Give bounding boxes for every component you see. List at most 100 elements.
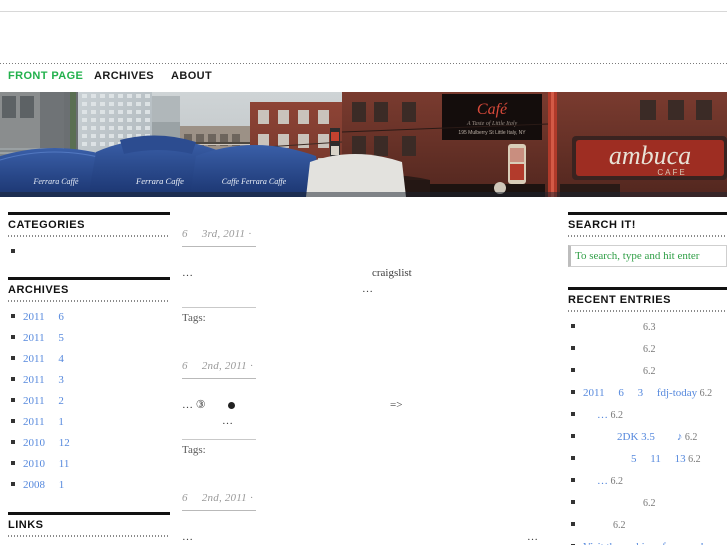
list-item: 2011 6 3 fdj-today 6.2 [568, 386, 727, 401]
list-item: … 6.2 [568, 408, 727, 423]
list-item: 2011 5 [8, 331, 170, 345]
svg-text:CAFE: CAFE [657, 168, 686, 177]
list-item: 2011 4 [8, 352, 170, 366]
post-date: 6 2nd, 2011 · [182, 360, 254, 372]
left-sidebar: CATEGORIES ARCHIVES 2011 6 2011 5 2011 4 20… [8, 212, 170, 545]
recent-entries-title: RECENT ENTRIES [568, 294, 671, 306]
archives-list: 2011 6 2011 5 2011 4 2011 3 2011 2 2011 1 2010… [8, 310, 170, 492]
post-text-fragment: … [527, 531, 538, 543]
archive-link[interactable]: 2011 2 [23, 395, 64, 407]
entry-date: 6.2 [643, 366, 656, 377]
post: 6 2nd, 2011 · … ③ => … Tags: [182, 360, 554, 456]
recent-entry-link[interactable]: … [597, 475, 608, 487]
search-dotted-rule [568, 235, 727, 237]
bullet-dot-icon [228, 401, 235, 409]
entry-date: 6.2 [608, 410, 624, 421]
recent-entry-link[interactable]: … [597, 409, 608, 421]
post-text-fragment: … [182, 267, 193, 279]
archive-link[interactable]: 2010 11 [23, 458, 69, 470]
top-divider [0, 11, 727, 12]
entry-date: 6.2 [685, 454, 701, 465]
post-text-fragment: … [362, 283, 373, 295]
list-item: 2011 6 [8, 310, 170, 324]
banner-illustration: Café A Taste of Little Italy 195 Mulberr… [0, 92, 727, 197]
svg-text:195 Mulberry St Little Italy,: 195 Mulberry St Little Italy, NY [458, 130, 526, 136]
links-header: LINKS [8, 512, 170, 535]
post-body: … craigslist … [182, 265, 554, 299]
post-text-fragment: … ③ [182, 399, 206, 411]
archive-link[interactable]: 2011 6 [23, 311, 64, 323]
entry-date: 6.2 [643, 498, 656, 509]
links-title: LINKS [8, 519, 44, 531]
categories-header: CATEGORIES [8, 212, 170, 235]
archive-link[interactable]: 2011 1 [23, 416, 64, 428]
entry-date: 6.2 [697, 388, 713, 399]
post-list: 6 3rd, 2011 ·… craigslist… Tags: 6 2nd, 201… [182, 228, 554, 545]
nav-item-front-page[interactable]: FRONT PAGE [8, 70, 83, 82]
entry-date: 6.2 [613, 520, 626, 531]
archive-link[interactable]: 2011 4 [23, 353, 64, 365]
entry-date: 6.2 [643, 344, 656, 355]
links-dotted-rule [8, 535, 170, 537]
search-header: SEARCH IT! [568, 212, 727, 235]
list-item: 2011 2 [8, 394, 170, 408]
post-date: 6 2nd, 2011 · [182, 492, 254, 504]
list-item: … 6.2 [568, 474, 727, 489]
list-item: Visit the archives for more! [568, 540, 727, 545]
recent-entry-link[interactable]: 2DK 3.5 ♪ [617, 431, 682, 443]
post-body: … ③ =>… [182, 397, 554, 431]
main-navigation: FRONT PAGE ARCHIVES ABOUT RSS [0, 64, 727, 146]
entry-date: 6.3 [643, 322, 656, 333]
post-date-separator: · [245, 228, 253, 240]
post-text-fragment: … [222, 415, 233, 427]
search-title: SEARCH IT! [568, 219, 636, 231]
post-date-separator: · [246, 360, 254, 372]
post-text-fragment: craigslist [372, 267, 412, 279]
post-tags-label: Tags: [182, 444, 206, 456]
list-item: 5 11 13 6.2 [568, 452, 727, 467]
recent-entry-link[interactable]: Visit the archives for more! [583, 541, 704, 545]
archives-widget: ARCHIVES 2011 6 2011 5 2011 4 2011 3 2011 22… [8, 277, 170, 492]
main-content: 6 3rd, 2011 ·… craigslist… Tags: 6 2nd, 201… [182, 228, 554, 545]
page-root: FRONT PAGE ARCHIVES ABOUT RSS [0, 0, 727, 545]
archives-header: ARCHIVES [8, 277, 170, 300]
categories-list [8, 245, 170, 257]
list-item: 2008 1 [8, 478, 170, 492]
right-sidebar: SEARCH IT! RECENT ENTRIES 6.3 6.2 6.2201… [568, 212, 727, 545]
recent-entries-list: 6.3 6.2 6.2 2011 6 3 fdj-today 6.2… 6.2 2D… [568, 320, 727, 545]
recent-entries-header: RECENT ENTRIES [568, 287, 727, 310]
categories-dotted-rule [8, 235, 170, 237]
list-item: 2011 3 [8, 373, 170, 387]
post-body: ……… [182, 529, 554, 545]
recent-entries-dotted-rule [568, 310, 727, 312]
list-item: 6.3 [568, 320, 727, 335]
list-item: 2011 1 [8, 415, 170, 429]
list-item: 6.2 [568, 364, 727, 379]
post-top-rule [182, 246, 256, 247]
recent-entry-link[interactable]: 5 11 13 [631, 453, 686, 465]
archive-link[interactable]: 2011 3 [23, 374, 64, 386]
post-date-separator: · [246, 492, 254, 504]
nav-item-archives[interactable]: ARCHIVES [94, 70, 154, 82]
post-text-fragment: … [182, 531, 193, 543]
list-item: 2010 11 [8, 457, 170, 471]
nav-item-about[interactable]: ABOUT [171, 70, 212, 82]
header-banner-image: Café A Taste of Little Italy 195 Mulberr… [0, 92, 727, 197]
post-date: 6 3rd, 2011 · [182, 228, 253, 240]
post-text-fragment [228, 397, 235, 413]
archive-link[interactable]: 2008 1 [23, 479, 64, 491]
archives-title: ARCHIVES [8, 284, 69, 296]
search-input[interactable] [568, 245, 727, 267]
post-tags-label: Tags: [182, 312, 206, 324]
links-widget: LINKS [8, 512, 170, 545]
list-item: 6.2 [568, 496, 727, 511]
svg-text:Café: Café [477, 101, 508, 118]
post-top-rule [182, 378, 256, 379]
recent-entry-link[interactable]: 2011 6 3 fdj-today [583, 387, 697, 399]
archive-link[interactable]: 2011 5 [23, 332, 64, 344]
post-bottom-rule [182, 439, 256, 440]
archives-dotted-rule [8, 300, 170, 302]
list-item: 2010 12 [8, 436, 170, 450]
archive-link[interactable]: 2010 12 [23, 437, 70, 449]
list-item: 2DK 3.5 ♪ 6.2 [568, 430, 727, 445]
